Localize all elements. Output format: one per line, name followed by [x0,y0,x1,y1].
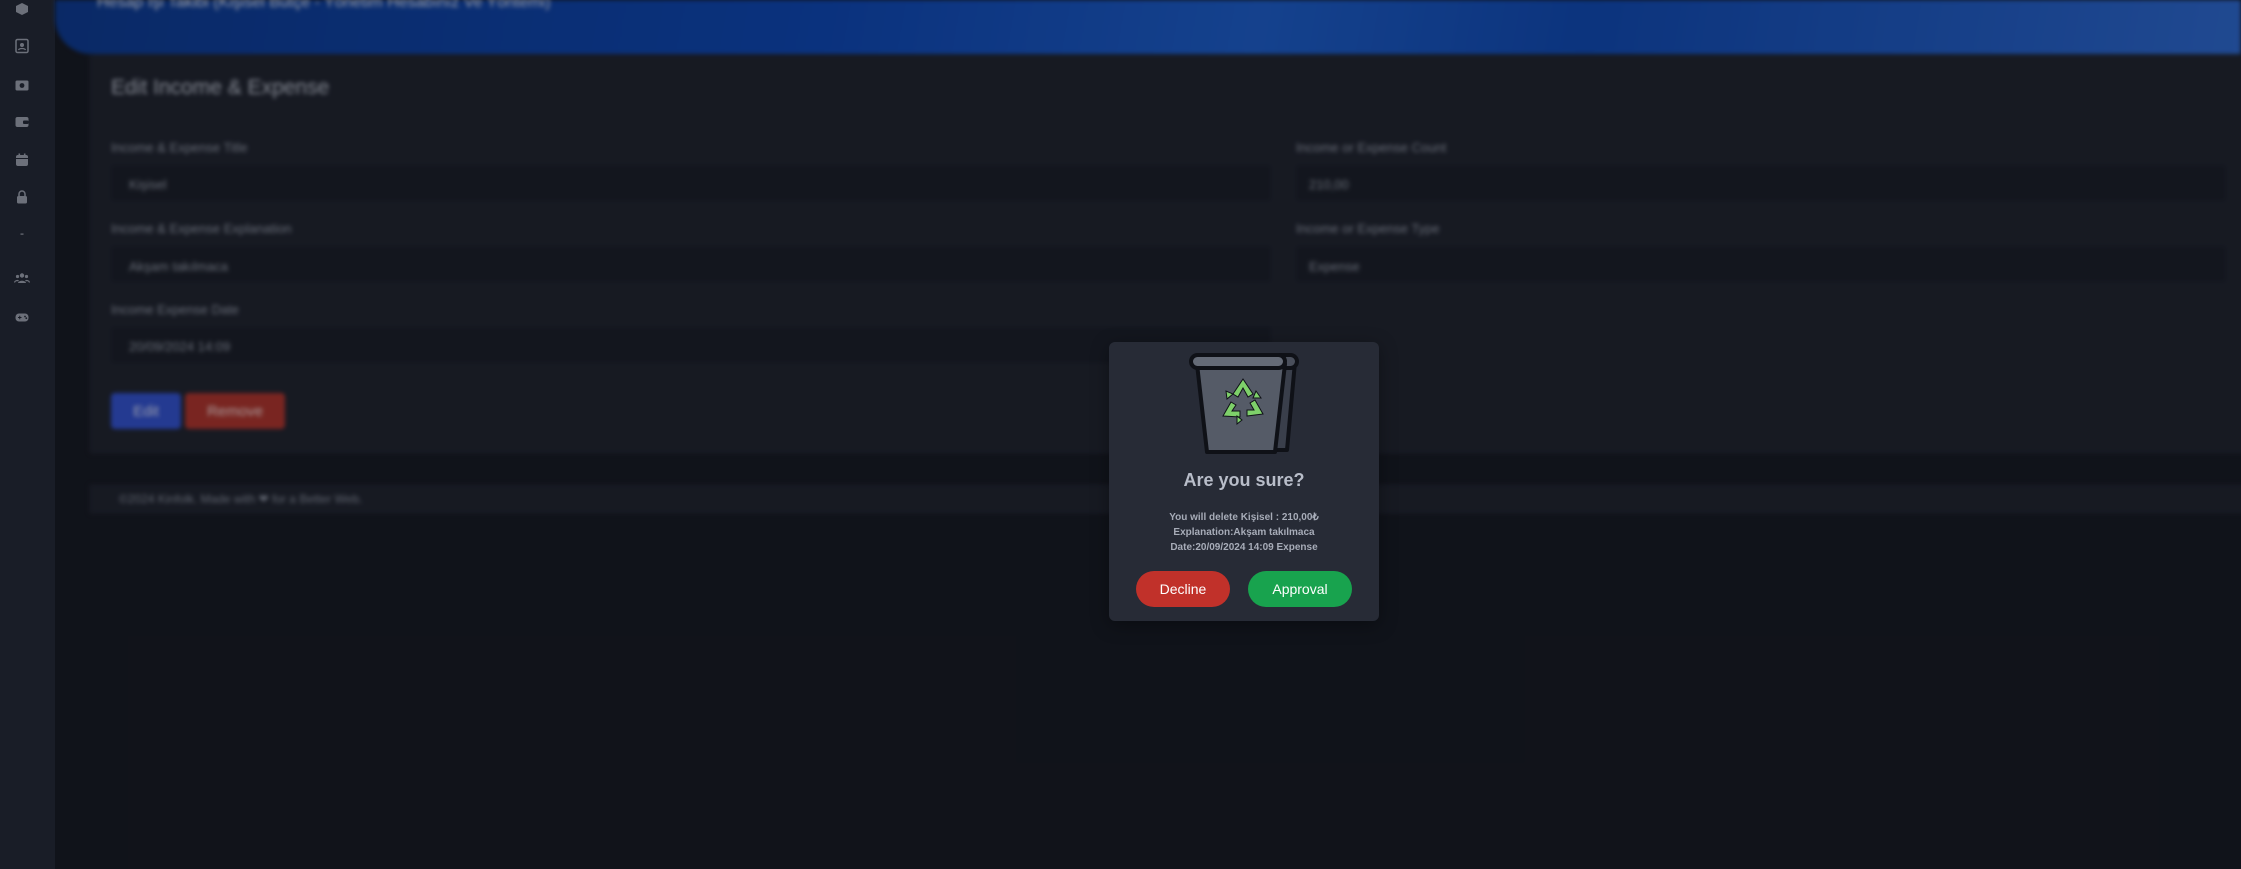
decline-button[interactable]: Decline [1136,571,1230,607]
delete-explanation: Explanation:Akşam takılmaca [1173,527,1315,538]
delete-summary: You will delete Kişisel : 210,00₺ [1169,512,1319,523]
delete-date: Date:20/09/2024 14:09 Expense [1170,542,1318,553]
recycle-bin-icon [1189,353,1299,454]
approval-button[interactable]: Approval [1248,571,1352,607]
dialog-title: Are you sure? [1183,470,1305,490]
confirm-delete-dialog: Are you sure? You will delete Kişisel : … [1109,342,1379,621]
